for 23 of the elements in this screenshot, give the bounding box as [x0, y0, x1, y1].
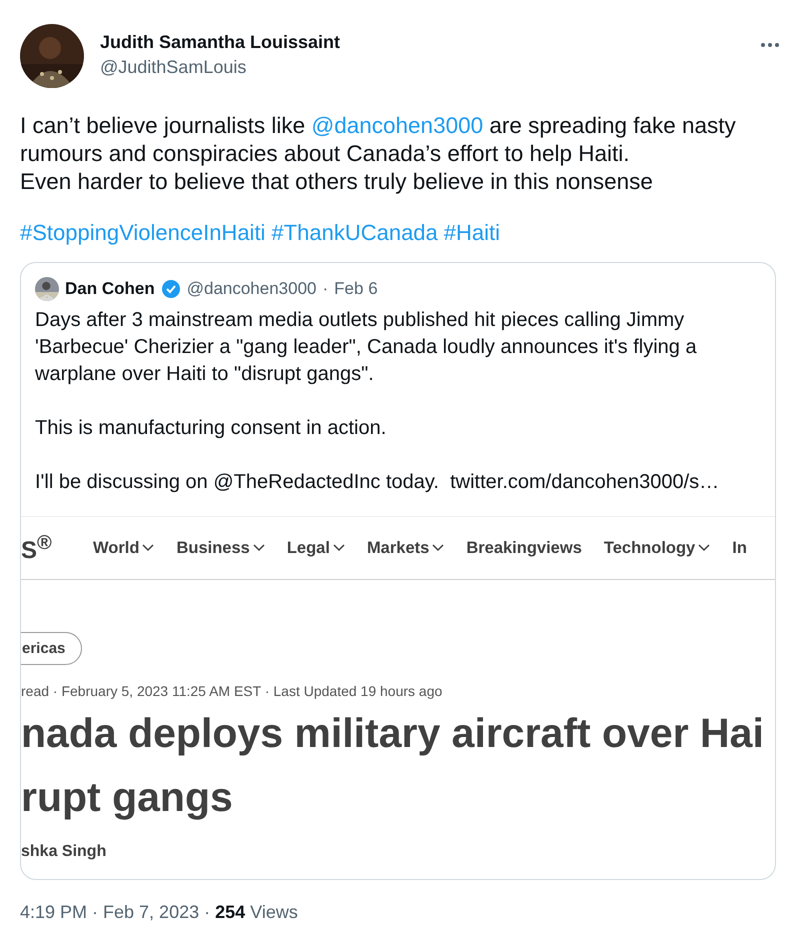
tweet-meta: 4:19 PM · Feb 7, 2023 · 254 Views	[20, 902, 299, 923]
nav-item[interactable]: Markets	[366, 538, 444, 558]
nav-item[interactable]: Legal	[286, 538, 345, 558]
author-handle[interactable]: @JudithSamLouis	[100, 57, 744, 78]
nav-item[interactable]: World	[93, 538, 154, 558]
article-headline: nada deploys military aircraft over Hai rupt gangs	[21, 709, 765, 822]
tweet-text: I can’t believe journalists like @dancohen3000 are spreading fake nasty rumours and conspiracies about Canada’s effort to help Haiti. Even harder to believe that others truly believe in this nonsense	[20, 112, 737, 196]
quoted-author-name: Dan Cohen	[65, 279, 155, 299]
quoted-date: Feb 6	[334, 279, 378, 299]
more-icon[interactable]	[760, 42, 780, 48]
nav-item[interactable]: Technology	[604, 538, 710, 558]
site-logo: S$^{®}$	[21, 532, 53, 564]
author-name[interactable]: Judith Samantha Louissaint	[100, 32, 744, 53]
quoted-tweet-text: Days after 3 mainstream media outlets published hit pieces calling Jimmy 'Barbecue' Cherizier a "gang leader", Canada loudly announces it's flying a warplane over Haiti to "disrupt gangs". This is manufacturing consent in action. I'll be discussing on @TheRedactedInc today. twitter.com/dancohen3000/s…	[35, 308, 720, 495]
quoted-tweet-card[interactable]	[20, 262, 776, 880]
separator: ·	[322, 279, 328, 299]
nav-item[interactable]: Business	[176, 538, 265, 558]
article-byline: shka Singh	[21, 843, 108, 861]
nav-item[interactable]: Breakingviews	[466, 538, 582, 558]
nav-item[interactable]: In	[732, 538, 747, 558]
article-meta: read · February 5, 2023 11:25 AM EST · Last Updated 19 hours ago	[21, 683, 444, 699]
quoted-author-handle: @dancohen3000	[186, 279, 316, 299]
section-tag[interactable]: ericas	[21, 632, 82, 665]
